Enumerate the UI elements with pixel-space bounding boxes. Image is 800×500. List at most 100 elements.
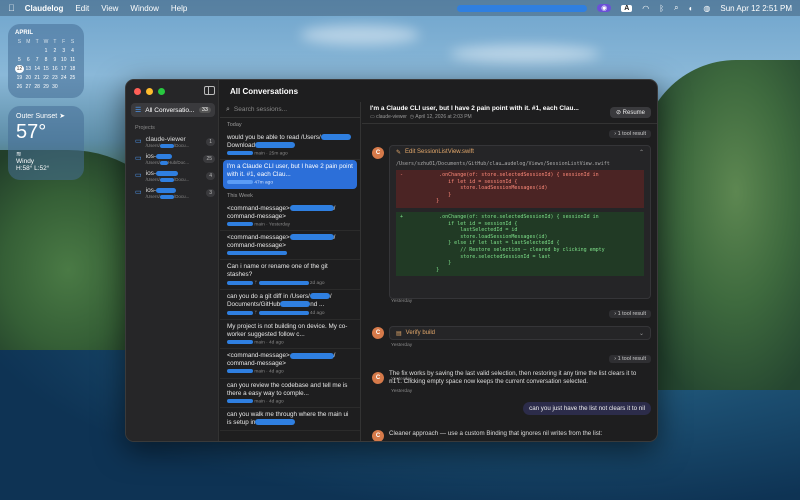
control-center-icon[interactable]: ◐ bbox=[689, 4, 694, 13]
verify-label: Verify build bbox=[405, 330, 436, 336]
calendar-day: 30 bbox=[52, 84, 58, 90]
assistant-avatar: C bbox=[372, 430, 384, 441]
calendar-grid: S M T W T F S 1 2 3 4 5 6 7 8 9 10 11 12 13 14 15 16 17 18 19 20 21… bbox=[15, 38, 77, 91]
session-message: <command-message> / command-message> bbox=[227, 233, 336, 249]
list-item[interactable]: can you walk me through where the main u… bbox=[220, 408, 360, 431]
assistant-message: The fix works by saving the last valid s… bbox=[389, 370, 637, 385]
sidebar-item-all-conversations[interactable]: ☰ All Conversatio... 33 bbox=[131, 103, 215, 117]
resume-button[interactable]: ⊘ Resume bbox=[609, 107, 651, 118]
project-name: ios- bbox=[146, 187, 190, 194]
menu-edit[interactable]: Edit bbox=[75, 4, 89, 13]
detail-header: I'm a Claude CLI user, but I have 2 pain… bbox=[362, 102, 657, 124]
session-message: would you be able to read /Users/Downloa… bbox=[227, 134, 353, 150]
session-message: I'm a Claude CLI user, but I have 2 pain… bbox=[227, 163, 353, 179]
menu-clock[interactable]: Sun Apr 12 2:51 PM bbox=[720, 4, 792, 13]
diff-added: + .onChange(of: store.selectedSessionId)… bbox=[396, 211, 644, 277]
timestamp: Yesterday bbox=[391, 299, 413, 304]
edit-icon: ✎ bbox=[396, 149, 402, 156]
tool-card-header[interactable]: ▤ Verify build ⌄ bbox=[390, 327, 650, 339]
calendar-day: 15 bbox=[43, 66, 49, 72]
zoom-button[interactable] bbox=[158, 88, 165, 95]
timestamp: Yesterday bbox=[391, 389, 413, 394]
search-field[interactable]: ⌕ Search sessions... bbox=[220, 102, 360, 118]
count-badge: 33 bbox=[198, 107, 211, 113]
menu-help[interactable]: Help bbox=[171, 4, 187, 13]
wifi-icon[interactable]: ◠ bbox=[642, 4, 649, 13]
search-icon: ⌕ bbox=[226, 105, 230, 113]
group-header-today: Today bbox=[227, 122, 242, 128]
tool-card-header[interactable]: ✎ Edit SessionListView.swift ⌃ bbox=[390, 146, 650, 158]
list-item[interactable]: would you be able to read /Users/Downloa… bbox=[220, 131, 360, 161]
bluetooth-icon[interactable]: ᛒ bbox=[659, 4, 664, 13]
menu-app-name[interactable]: Claudelog bbox=[25, 4, 64, 13]
calendar-weekday: T bbox=[35, 39, 39, 45]
list-item-selected[interactable]: I'm a Claude CLI user, but I have 2 pain… bbox=[223, 160, 357, 189]
calendar-day: 16 bbox=[52, 66, 58, 72]
calendar-day bbox=[33, 47, 42, 55]
calendar-day: 24 bbox=[60, 75, 67, 81]
session-meta: main · 4d ago bbox=[227, 340, 353, 345]
list-item[interactable]: <command-message> / command-message> main … bbox=[220, 349, 360, 379]
session-message: <command-message> / command-message> bbox=[227, 352, 336, 368]
sidebar-toggle-icon[interactable] bbox=[204, 86, 215, 95]
list-item[interactable]: Can i name or rename one of the git stas… bbox=[220, 260, 360, 291]
sidebar-item-project[interactable]: ▭ ios- /Users/Hub/Doc... 25 bbox=[135, 153, 215, 169]
edit-label: Edit SessionListView.swift bbox=[405, 149, 474, 155]
calendar-day: 9 bbox=[53, 57, 57, 63]
weather-temp: 57° bbox=[16, 121, 47, 143]
weather-location: Outer Sunset ➤ bbox=[16, 113, 66, 120]
siri-icon[interactable]: ◍ bbox=[703, 4, 710, 13]
project-name: ios- bbox=[146, 153, 190, 160]
verify-tool-card[interactable]: ▤ Verify build ⌄ bbox=[389, 326, 651, 340]
calendar-day: 10 bbox=[60, 57, 67, 63]
calendar-day: 12 bbox=[15, 65, 24, 73]
calendar-day: 4 bbox=[71, 48, 74, 54]
tool-result-toggle[interactable]: › 1 tool result bbox=[609, 130, 651, 138]
project-path: /Users//Docu... bbox=[145, 143, 190, 148]
calendar-day: 13 bbox=[25, 66, 32, 72]
menu-view[interactable]: View bbox=[101, 4, 118, 13]
weather-hilo: H:58° L:52° bbox=[16, 165, 50, 172]
calendar-weekday: F bbox=[62, 39, 66, 45]
minimize-button[interactable] bbox=[146, 88, 153, 95]
close-button[interactable] bbox=[134, 88, 141, 95]
search-icon[interactable]: ⌕ bbox=[674, 3, 678, 13]
weather-condition: ≋ Windy bbox=[16, 151, 35, 165]
tool-result-toggle[interactable]: › 1 tool result bbox=[609, 355, 651, 363]
keyboard-input-icon[interactable]: A bbox=[621, 4, 633, 12]
calendar-day: 5 bbox=[18, 57, 21, 63]
apple-icon[interactable]:  bbox=[8, 3, 15, 13]
diff-removed: - .onChange(of: store.selectedSessionId)… bbox=[396, 170, 644, 208]
chevron-up-icon[interactable]: ⌃ bbox=[639, 149, 644, 156]
calendar-day: 3 bbox=[62, 48, 66, 54]
list-item[interactable]: can you do a git diff in /Users// Documen… bbox=[220, 290, 360, 321]
calendar-day: 8 bbox=[44, 57, 48, 63]
edit-tool-card[interactable]: ✎ Edit SessionListView.swift ⌃ /Users/sz… bbox=[389, 145, 651, 299]
list-item[interactable]: <command-message> / command-message> bbox=[220, 231, 360, 261]
weather-widget[interactable]: Outer Sunset ➤ 57° ≋ Windy H:58° L:52° bbox=[8, 106, 84, 180]
tool-result-toggle[interactable]: › 1 tool result bbox=[609, 310, 651, 318]
sidebar-item-project[interactable]: ▭ ios- /Users//Docu... 4 bbox=[135, 170, 215, 186]
calendar-day: 7 bbox=[35, 57, 39, 63]
terminal-icon: ▤ bbox=[396, 330, 402, 337]
folder-icon: ▭ bbox=[135, 138, 142, 145]
calendar-day: 14 bbox=[34, 66, 40, 72]
list-item[interactable]: can you review the codebase and tell me … bbox=[220, 379, 360, 408]
folder-icon: ▭ bbox=[370, 114, 375, 120]
assistant-message: Cleaner approach — use a custom Binding … bbox=[389, 430, 603, 437]
sidebar-item-project[interactable]: ▭ ios- /Users//Docu... 3 bbox=[135, 187, 215, 203]
sidebar-section-title: Projects bbox=[135, 125, 155, 131]
project-name: ios- bbox=[146, 170, 190, 177]
screen-record-icon[interactable]: ◉ bbox=[597, 4, 612, 12]
calendar-widget[interactable]: APRIL S M T W T F S 1 2 3 4 5 6 7 8 9 10 11 12 13 14 15 16 17 18… bbox=[8, 24, 84, 98]
calendar-day: 21 bbox=[34, 75, 40, 81]
list-item[interactable]: <command-message> / command-message> main … bbox=[220, 202, 360, 231]
list-item[interactable]: My project is not building on device. My… bbox=[220, 320, 360, 350]
search-input[interactable]: Search sessions... bbox=[234, 106, 287, 113]
chevron-down-icon[interactable]: ⌄ bbox=[639, 330, 644, 337]
edit-file-path: /Users/szhu01/Documents/GitHub/clau…aude… bbox=[396, 161, 610, 167]
sidebar-item-project[interactable]: ▭ claude-viewer /Users//Docu... 1 bbox=[135, 136, 215, 152]
menu-window[interactable]: Window bbox=[130, 4, 158, 13]
session-message: <command-message> / command-message> bbox=[227, 204, 336, 220]
app-window: ☰ All Conversatio... 33 Projects ▭ claud… bbox=[125, 79, 658, 442]
